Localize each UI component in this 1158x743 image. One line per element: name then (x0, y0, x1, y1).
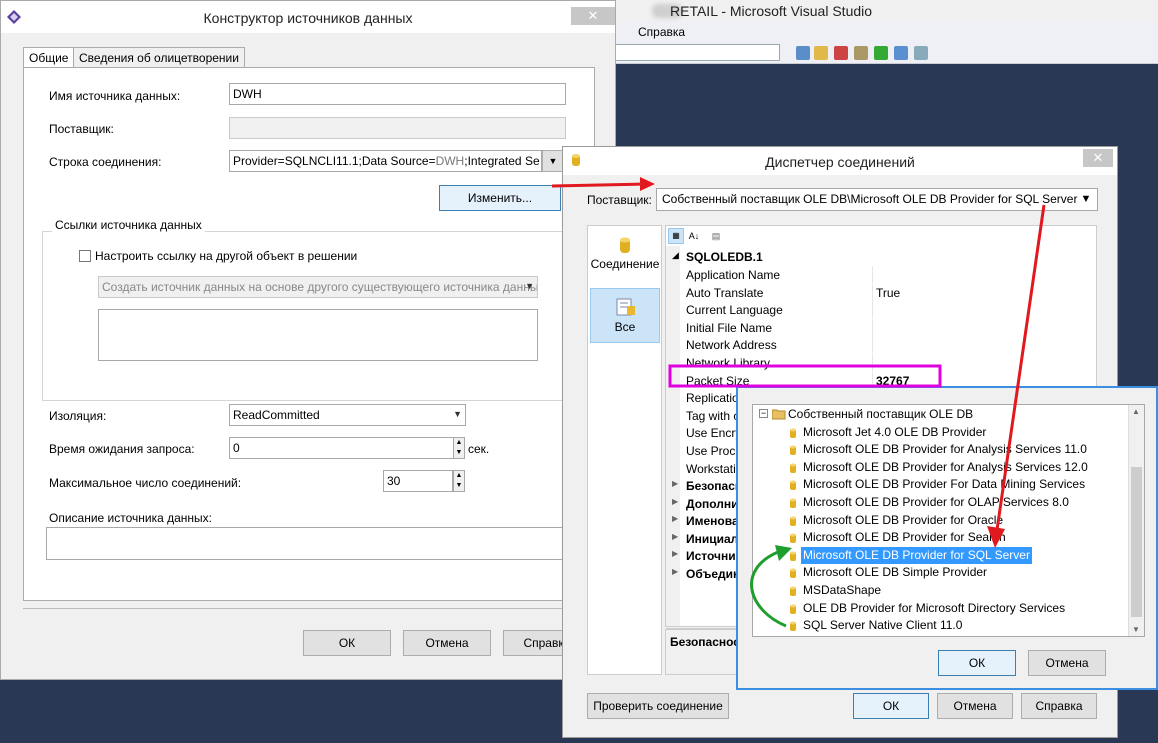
magenta-highlight (668, 364, 942, 388)
red-arrow-annotation (551, 177, 655, 191)
annotation-layer (551, 177, 1046, 628)
green-arrow-annotation (750, 545, 792, 628)
red-arrow-annotation (987, 204, 1046, 548)
